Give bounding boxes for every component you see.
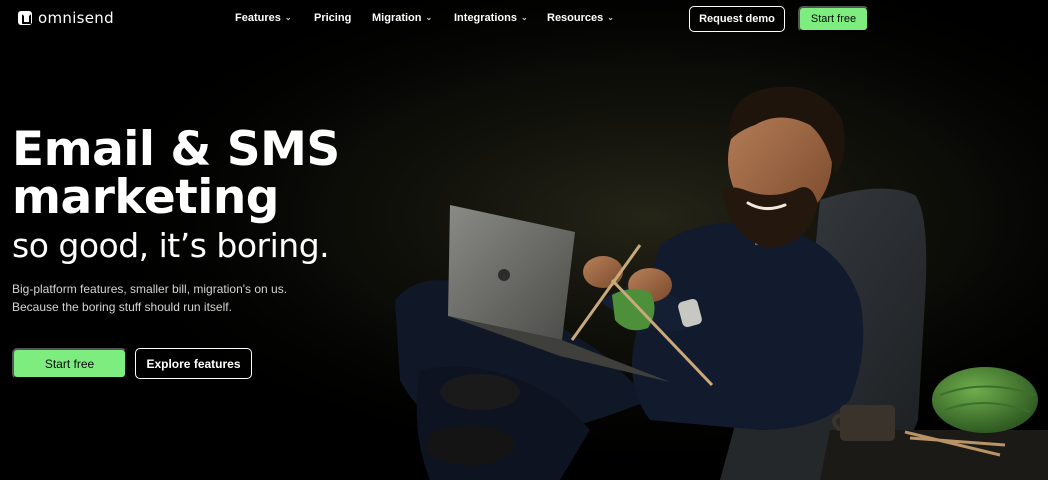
nav-item-label: Integrations [454,12,517,24]
chevron-down-icon: ⌄ [284,12,292,22]
omnisend-logo[interactable]: omnisend [18,9,114,27]
request-demo-button[interactable]: Request demo [689,6,785,32]
nav-item-pricing[interactable]: Pricing [314,12,351,24]
brand-name: omnisend [38,9,114,27]
hero-start-free-button[interactable]: Start free [12,348,127,379]
nav-item-label: Migration [372,12,422,24]
headline-line-2: marketing [12,170,279,225]
headline-line-1: Email & SMS [12,122,340,177]
nav-item-label: Features [235,12,281,24]
hero-headline: Email & SMS marketing [12,126,340,222]
description-line-2: Because the boring stuff should run itse… [12,300,232,314]
nav-item-migration[interactable]: Migration ⌄ [372,12,432,24]
chevron-down-icon: ⌄ [607,12,614,22]
description-line-1: Big-platform features, smaller bill, mig… [12,282,288,296]
nav-item-integrations[interactable]: Integrations ⌄ [454,12,528,24]
explore-features-button[interactable]: Explore features [135,348,252,379]
chevron-down-icon: ⌄ [425,12,433,22]
top-navbar: omnisend Features ⌄ Pricing Migration ⌄ … [0,0,1048,38]
nav-start-free-button[interactable]: Start free [798,6,869,32]
hero-subheadline: so good, it’s boring. [12,226,330,265]
nav-item-label: Pricing [314,12,352,24]
nav-item-label: Resources [547,12,604,24]
nav-item-resources[interactable]: Resources ⌄ [547,12,614,24]
omnisend-logo-icon [18,11,32,25]
chevron-down-icon: ⌄ [520,12,528,22]
hero-description: Big-platform features, smaller bill, mig… [12,280,352,316]
nav-item-features[interactable]: Features ⌄ [235,12,292,24]
